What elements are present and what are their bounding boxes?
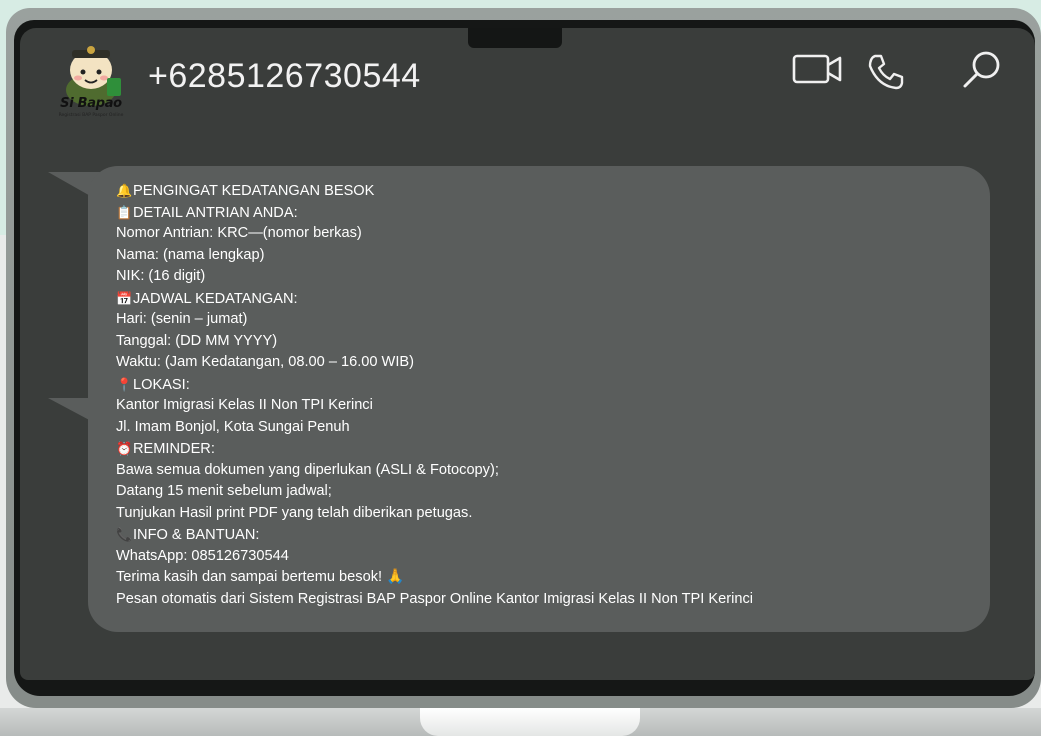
message-line: 📋DETAIL ANTRIAN ANDA: xyxy=(116,202,976,224)
message-text: 🔔PENGINGAT KEDATANGAN BESOK 📋DETAIL ANTRI… xyxy=(116,180,976,610)
message-line-text: Hari: (senin – jumat) xyxy=(116,311,248,327)
message-line: Terima kasih dan sampai bertemu besok! 🙏 xyxy=(116,567,976,589)
avatar-title: Si Bapao xyxy=(60,96,122,111)
message-line: Kantor Imigrasi Kelas II Non TPI Kerinci xyxy=(116,395,976,417)
message-line: Tunjukan Hasil print PDF yang telah dibe… xyxy=(116,503,976,525)
avatar-subtitle: Registrasi BAP Paspor Online xyxy=(58,113,124,118)
message-line-text: JADWAL KEDATANGAN: xyxy=(133,290,298,307)
message-line: Nomor Antrian: KRC—(nomor berkas) xyxy=(116,223,976,245)
message-line: ⏰REMINDER: xyxy=(116,438,976,460)
message-line-text: Waktu: (Jam Kedatangan, 08.00 – 16.00 WI… xyxy=(116,354,414,370)
message-line-text: PENGINGAT KEDATANGAN BESOK xyxy=(133,183,375,199)
message-line-text: Terima kasih dan sampai bertemu besok! 🙏 xyxy=(116,569,405,585)
message-line: Jl. Imam Bonjol, Kota Sungai Penuh xyxy=(116,417,976,439)
message-line-text: Nomor Antrian: KRC—(nomor berkas) xyxy=(116,225,362,241)
message-line-text: INFO & BANTUAN: xyxy=(133,527,260,543)
message-line: 📞INFO & BANTUAN: xyxy=(116,524,976,546)
message-line-text: DETAIL ANTRIAN ANDA: xyxy=(133,204,298,221)
message-line-text: NIK: (16 digit) xyxy=(116,268,206,284)
message-line-text: WhatsApp: 085126730544 xyxy=(116,547,289,564)
contact-phone-number[interactable]: +6285126730544 xyxy=(148,57,421,96)
message-line-text: Nama: (nama lengkap) xyxy=(116,246,265,263)
clipboard-icon: 📋 xyxy=(116,204,133,220)
contact-avatar[interactable]: Si Bapao Registrasi BAP Paspor Online xyxy=(53,38,133,122)
message-line: 🔔PENGINGAT KEDATANGAN BESOK xyxy=(116,180,976,202)
message-line-text: REMINDER: xyxy=(133,441,215,457)
calendar-icon: 📅 xyxy=(116,290,133,306)
message-line: WhatsApp: 085126730544 xyxy=(116,546,976,568)
message-line: 📅JADWAL KEDATANGAN: xyxy=(116,288,976,310)
message-line: Pesan otomatis dari Sistem Registrasi BA… xyxy=(116,589,976,611)
message-line-text: Datang 15 menit sebelum jadwal; xyxy=(116,483,332,499)
message-line-text: Jl. Imam Bonjol, Kota Sungai Penuh xyxy=(116,418,350,435)
search-icon[interactable] xyxy=(960,48,1004,92)
pin-icon: 📍 xyxy=(116,376,133,392)
message-line-text: Pesan otomatis dari Sistem Registrasi BA… xyxy=(116,590,753,607)
message-line: Waktu: (Jam Kedatangan, 08.00 – 16.00 WI… xyxy=(116,352,976,374)
video-call-icon[interactable] xyxy=(792,52,846,86)
message-line: Bawa semua dokumen yang diperlukan (ASLI… xyxy=(116,460,976,482)
message-line: 📍LOKASI: xyxy=(116,374,976,396)
message-line: NIK: (16 digit) xyxy=(116,266,976,288)
phone-call-icon[interactable] xyxy=(866,52,906,92)
phone-icon: 📞 xyxy=(116,527,133,542)
message-line: Hari: (senin – jumat) xyxy=(116,309,976,331)
message-line-text: LOKASI: xyxy=(133,376,190,393)
message-line-text: Tanggal: (DD MM YYYY) xyxy=(116,332,278,349)
message-line: Nama: (nama lengkap) xyxy=(116,245,976,267)
alarm-icon: ⏰ xyxy=(116,441,133,456)
device-base-notch xyxy=(420,708,640,736)
message-line: Datang 15 menit sebelum jadwal; xyxy=(116,481,976,503)
message-line-text: Tunjukan Hasil print PDF yang telah dibe… xyxy=(116,504,473,521)
message-line: Tanggal: (DD MM YYYY) xyxy=(116,331,976,353)
message-line-text: Bawa semua dokumen yang diperlukan (ASLI… xyxy=(116,461,499,478)
camera-notch xyxy=(468,28,562,48)
bell-icon: 🔔 xyxy=(116,183,133,198)
message-line-text: Kantor Imigrasi Kelas II Non TPI Kerinci xyxy=(116,397,373,413)
